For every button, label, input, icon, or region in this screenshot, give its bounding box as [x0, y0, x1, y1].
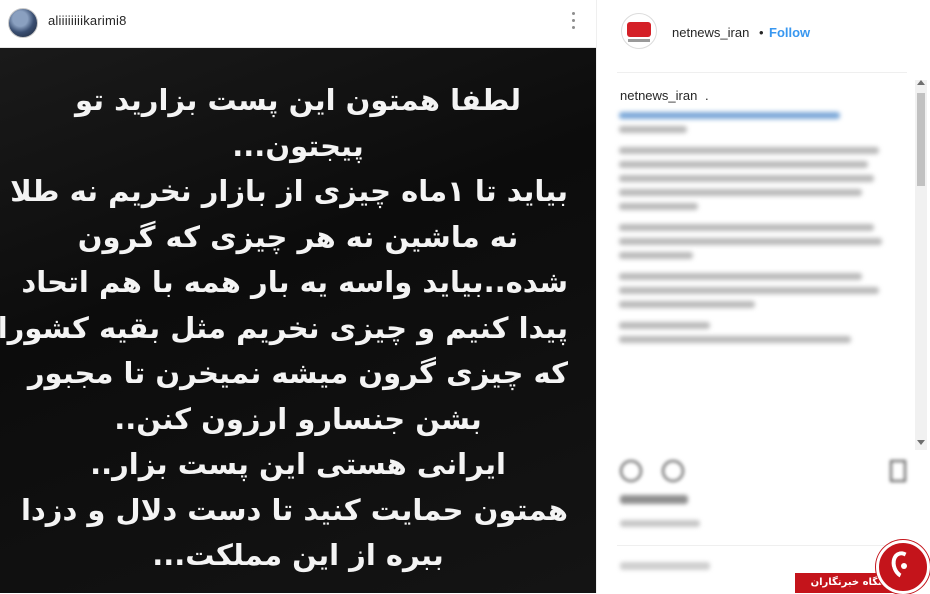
list-item	[619, 224, 902, 259]
scroll-up-arrow-icon[interactable]	[917, 80, 925, 85]
post-actions	[618, 458, 914, 488]
more-options-icon[interactable]	[568, 12, 578, 32]
image-text-line: ببره از این مملکت...	[152, 538, 444, 572]
likes-count[interactable]	[620, 495, 688, 504]
side-header: netnews_iran • Follow	[597, 0, 930, 72]
list-item	[619, 147, 902, 210]
image-text-line: که چیزی گرون میشه نمیخرن تا مجبور	[27, 356, 568, 390]
image-text-line: ایرانی هستی این پست بزار..	[90, 447, 506, 481]
image-text-line: شده..بیاید واسه یه بار همه با هم اتحاد	[21, 265, 568, 299]
post-author-username[interactable]: aliiiiiiiikarimi8	[48, 13, 127, 28]
caption-username[interactable]: netnews_iran	[620, 88, 697, 103]
image-text-line: بشن جنسارو ارزون کنن..	[114, 401, 482, 436]
bookmark-icon[interactable]	[890, 460, 906, 482]
account-username[interactable]: netnews_iran	[672, 25, 749, 40]
caption-text: .	[705, 88, 709, 103]
separator-dot: •	[759, 25, 764, 40]
post-timestamp	[620, 520, 700, 527]
post-image-text: لطفا همتون این پست بزارید تو پیجتون... ب…	[0, 78, 568, 579]
panel-divider	[596, 0, 597, 593]
comments-list[interactable]	[619, 105, 902, 450]
list-item	[619, 322, 902, 343]
scrollbar-thumb[interactable]	[917, 93, 925, 186]
post-image[interactable]: لطفا همتون این پست بزارید تو پیجتون... ب…	[0, 47, 596, 593]
image-text-line: پیدا کنیم و چیزی نخریم مثل بقیه کشورا	[0, 310, 568, 345]
list-item	[619, 112, 902, 133]
add-comment-input[interactable]	[620, 562, 710, 570]
scroll-down-arrow-icon[interactable]	[917, 440, 925, 445]
header-divider	[617, 72, 907, 73]
comment-icon[interactable]	[662, 460, 684, 482]
post-header: aliiiiiiiikarimi8	[0, 0, 596, 47]
image-text-line: نه ماشین نه هر چیزی که گرون	[77, 219, 519, 254]
actions-divider	[617, 545, 907, 546]
heart-icon[interactable]	[620, 460, 642, 482]
image-text-line: پیجتون...	[232, 128, 364, 163]
list-item	[619, 273, 902, 308]
image-text-line: بیاید تا ۱ماه چیزی از بازار نخریم نه طلا	[10, 174, 568, 208]
watermark-logo-icon	[876, 540, 930, 594]
image-text-line: همتون حمایت کنید تا دست دلال و دزدا	[20, 492, 568, 527]
image-text-line: لطفا همتون این پست بزارید تو	[74, 83, 521, 117]
post-author-avatar[interactable]	[8, 8, 38, 38]
follow-button[interactable]: Follow	[769, 25, 810, 40]
account-logo-avatar[interactable]	[621, 13, 657, 49]
